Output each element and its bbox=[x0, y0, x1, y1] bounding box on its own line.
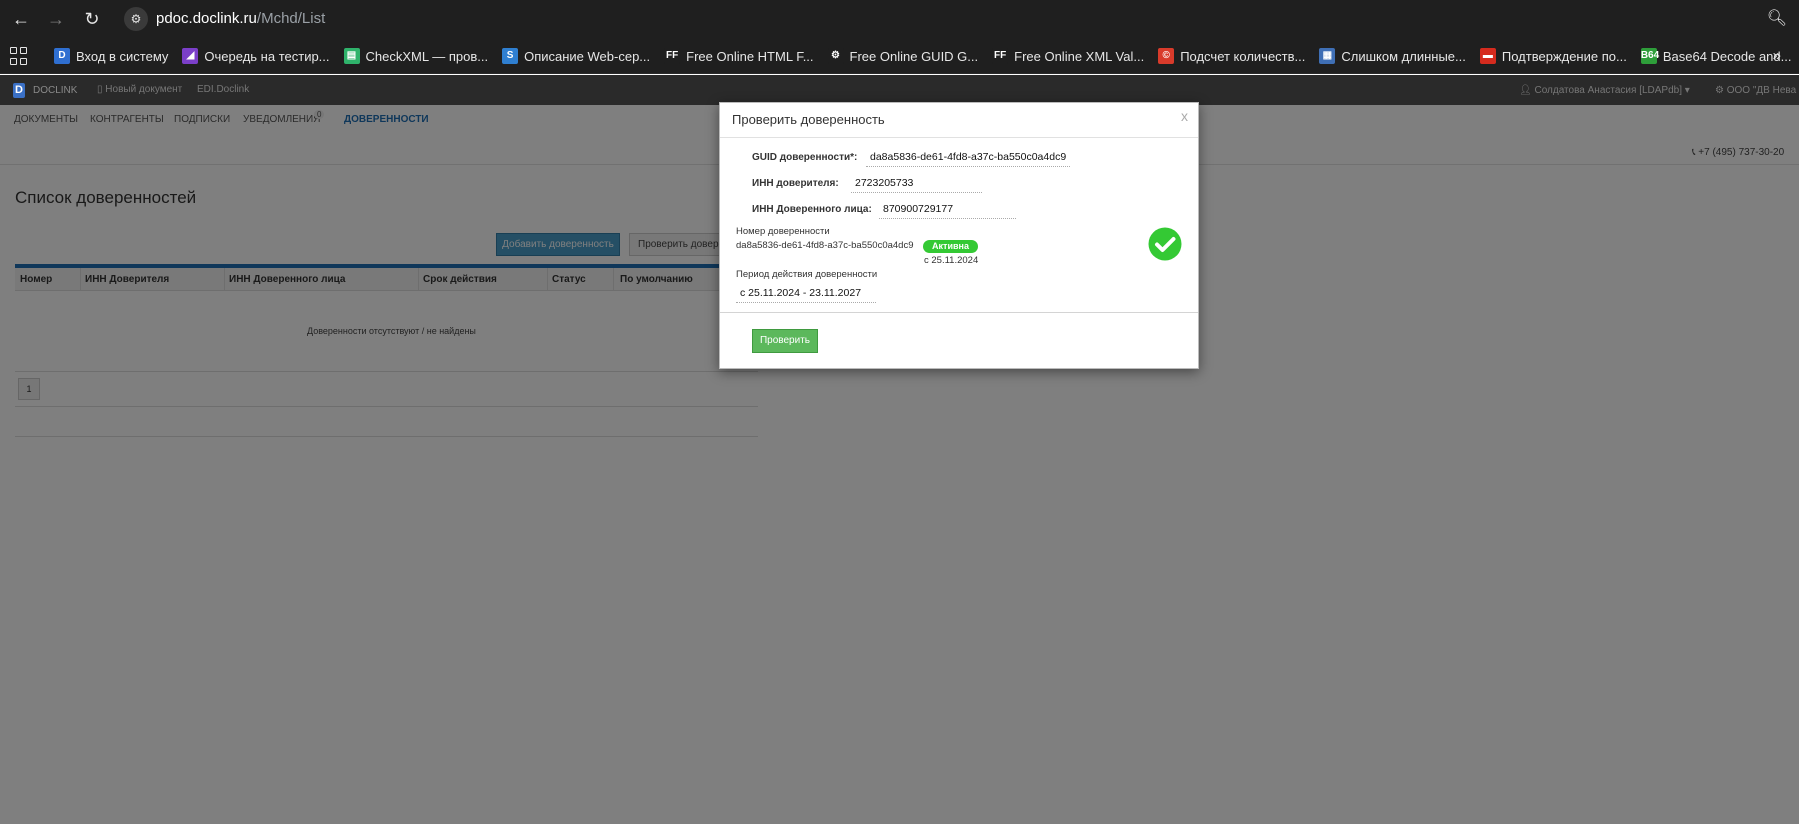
user-menu[interactable]: 👤︎ Солдатова Анастасия [LDAPdb] ▾ bbox=[1519, 85, 1690, 96]
bookmark-label: Вход в систему bbox=[76, 48, 169, 64]
logo-text[interactable]: DOCLINK bbox=[33, 85, 77, 96]
org-menu[interactable]: ⚙ ООО "ДВ Нева bbox=[1715, 85, 1796, 96]
new-document-link[interactable]: ▯ Новый документ bbox=[97, 84, 182, 95]
org-name: ООО "ДВ Нева bbox=[1726, 85, 1797, 96]
bookmark-label: Подсчет количеств... bbox=[1180, 48, 1306, 64]
bookmark-label: Free Online HTML F... bbox=[686, 48, 814, 64]
bookmark-label: CheckXML — пров... bbox=[365, 48, 489, 64]
check-circle-icon bbox=[1148, 227, 1182, 261]
more-bookmarks-icon[interactable]: » bbox=[1773, 47, 1781, 64]
back-arrow-icon[interactable]: ← bbox=[9, 7, 33, 31]
bookmark-item[interactable]: B64 Base64 Decode and... bbox=[1640, 48, 1791, 64]
forward-arrow-icon[interactable]: → bbox=[44, 7, 68, 31]
user-name: Солдатова Анастасия [LDAPdb] bbox=[1534, 85, 1682, 96]
reload-icon[interactable]: ↻ bbox=[80, 7, 104, 31]
base64-icon: B64 bbox=[1640, 48, 1659, 64]
bookmark-item[interactable]: S Описание Web-сер... bbox=[502, 48, 650, 64]
bookmarks-bar: D Вход в систему ◢ Очередь на тестир... ▤ Che… bbox=[0, 38, 1799, 74]
inn-principal-input[interactable]: 2723205733 bbox=[851, 177, 982, 193]
status-since: с 25.11.2024 bbox=[924, 255, 979, 266]
bookmark-item[interactable]: FF Free Online XML Val... bbox=[992, 48, 1144, 64]
poa-number-value: da8a5836-de61-4fd8-a37c-ba550c0a4dc9 bbox=[736, 240, 914, 251]
modal-header-divider bbox=[720, 137, 1198, 138]
bookmark-label: Free Online GUID G... bbox=[849, 48, 979, 64]
modal-title: Проверить доверенность bbox=[732, 112, 885, 127]
bookmark-item[interactable]: ⚙ Free Online GUID G... bbox=[827, 48, 979, 64]
url-field[interactable]: pdoc.doclink.ru/Mchd/List bbox=[156, 10, 325, 27]
inn-principal-label: ИНН доверителя: bbox=[752, 178, 839, 189]
browser-address-bar: ← → ↻ ⚙ pdoc.doclink.ru/Mchd/List 🔍︎ bbox=[0, 0, 1799, 38]
app-header: D DOCLINK ▯ Новый документ EDI.Doclink 👤… bbox=[0, 75, 1799, 105]
ff-icon: FF bbox=[992, 48, 1009, 64]
new-document-label: Новый документ bbox=[105, 84, 183, 95]
bookmark-label: Описание Web-сер... bbox=[524, 48, 651, 64]
bookmark-item[interactable]: ◢ Очередь на тестир... bbox=[182, 48, 330, 64]
inn-agent-input[interactable]: 870900729177 bbox=[879, 203, 1016, 219]
bookmark-item[interactable]: ▦ Слишком длинные... bbox=[1319, 48, 1466, 64]
document-icon: ▤ bbox=[343, 48, 360, 64]
doclink-logo-icon[interactable]: D bbox=[13, 83, 25, 98]
bookmark-item[interactable]: FF Free Online HTML F... bbox=[664, 48, 814, 64]
ff-icon: FF bbox=[664, 48, 681, 64]
caret-down-icon: ▾ bbox=[1682, 85, 1690, 96]
site-info-icon[interactable]: ⚙ bbox=[124, 7, 148, 31]
bookmark-label: Очередь на тестир... bbox=[204, 48, 330, 64]
validity-period-value: с 25.11.2024 - 23.11.2027 bbox=[736, 287, 876, 303]
apps-grid-icon[interactable] bbox=[10, 47, 28, 65]
modal-footer-divider bbox=[720, 312, 1198, 313]
validity-period-label: Период действия доверенности bbox=[736, 269, 878, 280]
poa-number-label: Номер доверенности bbox=[736, 226, 830, 237]
user-icon: 👤︎ bbox=[1519, 85, 1535, 96]
close-icon[interactable]: x bbox=[1181, 108, 1188, 124]
copyright-icon: © bbox=[1158, 48, 1175, 64]
zoom-icon[interactable]: 🔍︎ bbox=[1767, 8, 1787, 28]
gear-icon: ⚙ bbox=[1715, 85, 1727, 96]
url-host: pdoc.doclink.ru bbox=[156, 10, 257, 27]
bookmark-item[interactable]: ▬ Подтверждение по... bbox=[1479, 48, 1627, 64]
web-service-icon: S bbox=[502, 48, 519, 64]
guid-input[interactable]: da8a5836-de61-4fd8-a37c-ba550c0a4dc9 bbox=[866, 151, 1071, 167]
visual-studio-icon: ◢ bbox=[182, 48, 199, 64]
russia-flag-icon: ▬ bbox=[1479, 48, 1496, 64]
doclink-icon: D bbox=[54, 48, 70, 64]
guid-label: GUID доверенности*: bbox=[752, 152, 858, 163]
bookmark-label: Подтверждение по... bbox=[1501, 48, 1627, 64]
status-badge: Активна bbox=[923, 240, 978, 253]
check-poa-modal: Проверить доверенность x GUID довереннос… bbox=[719, 102, 1199, 369]
bookmark-item[interactable]: ▤ CheckXML — пров... bbox=[343, 48, 489, 64]
verify-button[interactable]: Проверить bbox=[752, 329, 818, 353]
gears-icon: ⚙ bbox=[827, 48, 844, 64]
inn-agent-label: ИНН Доверенного лица: bbox=[752, 204, 872, 215]
image-icon: ▦ bbox=[1319, 48, 1336, 64]
bookmark-list: D Вход в систему ◢ Очередь на тестир... ▤ Che… bbox=[54, 38, 1799, 74]
bookmark-item[interactable]: D Вход в систему bbox=[54, 48, 168, 64]
bookmark-label: Слишком длинные... bbox=[1341, 48, 1466, 64]
bookmark-item[interactable]: © Подсчет количеств... bbox=[1158, 48, 1305, 64]
edi-link[interactable]: EDI.Doclink bbox=[197, 84, 249, 95]
bookmark-label: Free Online XML Val... bbox=[1014, 48, 1145, 64]
url-path: /Mchd/List bbox=[256, 10, 326, 27]
